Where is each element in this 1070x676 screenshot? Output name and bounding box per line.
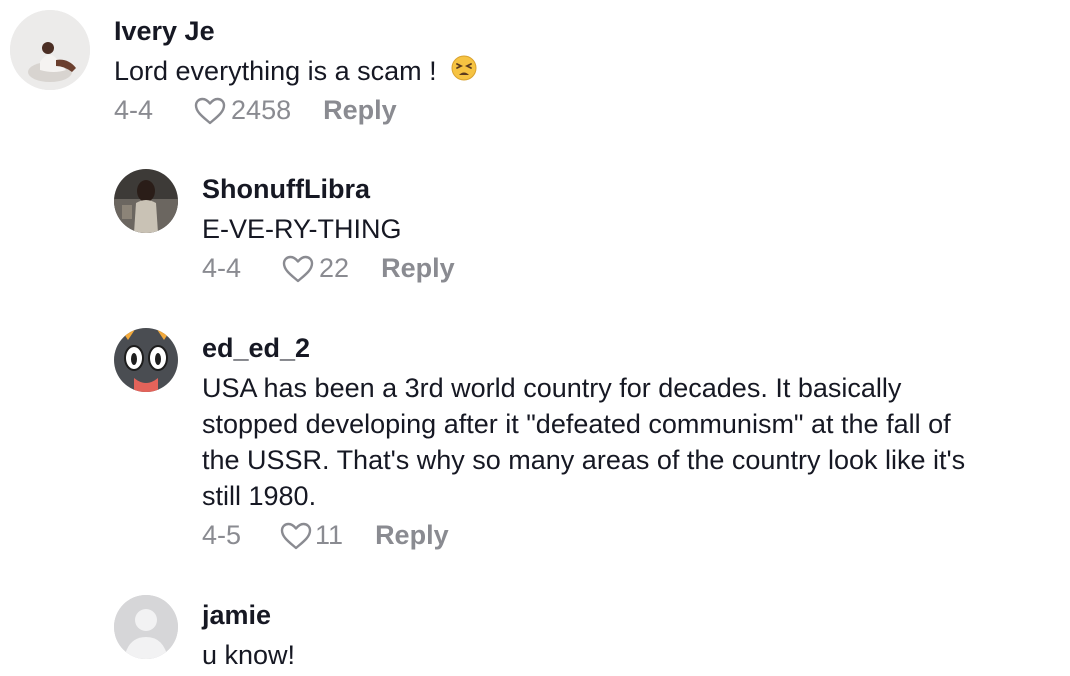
comment-text-line: u know!: [202, 640, 296, 670]
avatar[interactable]: [10, 10, 90, 90]
heart-icon: [279, 521, 313, 551]
like-count: 2458: [231, 95, 292, 125]
comment-text-line: Lord everything is a scam !: [114, 56, 437, 86]
comment-text: Lord everything is a scam !: [114, 53, 478, 91]
like-count: 22: [319, 253, 350, 283]
comment-text: u know!: [202, 637, 295, 673]
like-button[interactable]: 2458: [193, 95, 291, 126]
comment-text-line: USA has been a 3rd world country for dec…: [202, 373, 902, 403]
comment-text-line: E-VE-RY-THING: [202, 214, 402, 244]
avatar[interactable]: [114, 595, 178, 659]
comment-username[interactable]: Ivery Je: [114, 16, 215, 47]
heart-icon: [281, 254, 315, 284]
comment-meta: 4-4 2458 Reply: [114, 95, 397, 126]
avatar[interactable]: [114, 328, 178, 392]
like-count: 11: [315, 520, 344, 550]
comment-username[interactable]: ShonuffLibra: [202, 174, 370, 205]
comment-date: 4-4: [114, 95, 154, 125]
heart-icon: [193, 96, 227, 126]
comment-date: 4-5: [202, 520, 242, 550]
reply-button[interactable]: Reply: [375, 520, 449, 551]
like-button[interactable]: 11: [279, 520, 343, 551]
reply-button[interactable]: Reply: [381, 253, 455, 284]
comment-date: 4-4: [202, 253, 242, 283]
comment-username[interactable]: jamie: [202, 600, 271, 631]
reply-button[interactable]: Reply: [323, 95, 397, 126]
comment-text-line: stopped developing after it "defeated co…: [202, 409, 951, 439]
comment-username[interactable]: ed_ed_2: [202, 333, 310, 364]
comment-meta: 4-5 11 Reply: [202, 520, 449, 551]
comment-text-line: the USSR. That's why so many areas of th…: [202, 445, 966, 475]
avatar[interactable]: [114, 169, 178, 233]
comment-text: USA has been a 3rd world country for dec…: [202, 370, 965, 514]
tired-face-emoji-icon: [450, 54, 478, 91]
comment-text-line: still 1980.: [202, 481, 317, 511]
comment-meta: 4-4 22 Reply: [202, 253, 455, 284]
like-button[interactable]: 22: [281, 253, 349, 284]
comment-text: E-VE-RY-THING: [202, 211, 402, 247]
